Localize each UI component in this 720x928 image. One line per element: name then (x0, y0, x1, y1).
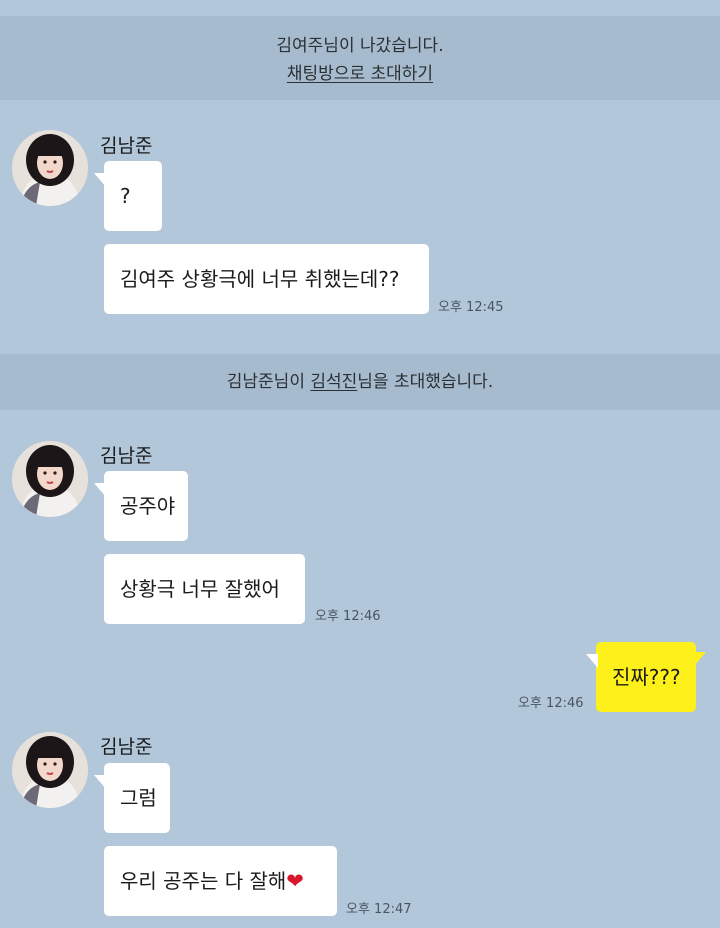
message-bubble[interactable]: 그럼 (94, 763, 170, 833)
leave-notice-text: 김여주님이 나갔습니다. (276, 36, 444, 56)
avatar[interactable] (12, 732, 88, 808)
my-message-bubble[interactable]: 진짜??? (586, 642, 706, 712)
message-bubble[interactable]: 상황극 너무 잘했어 (104, 554, 305, 624)
invite-to-chat-link[interactable]: 채팅방으로 초대하기 (287, 64, 433, 84)
message-bubble-with-heart[interactable]: 우리 공주는 다 잘해 ❤ (104, 846, 337, 916)
message-bubble[interactable]: 공주야 (94, 471, 188, 541)
heart-icon: ❤ (286, 869, 304, 893)
avatar[interactable] (12, 441, 88, 517)
top-strip (0, 0, 720, 16)
invite-notice: 김남준님이 김석진님을 초대했습니다. (0, 354, 720, 410)
message-text: 우리 공주는 다 잘해 (120, 869, 287, 893)
sender-name: 김남준 (100, 135, 153, 157)
message-time: 오후 12:47 (346, 902, 412, 917)
message-bubble[interactable]: ? (94, 161, 162, 231)
leave-notice: 김여주님이 나갔습니다. 채팅방으로 초대하기 (0, 16, 720, 100)
avatar[interactable] (12, 130, 88, 206)
invited-member-name[interactable]: 김석진 (310, 372, 357, 392)
message-time: 오후 12:45 (438, 300, 504, 315)
profile-photo (12, 130, 88, 206)
invite-notice-suffix: 님을 초대했습니다. (357, 372, 494, 392)
profile-photo (12, 441, 88, 517)
message-bubble[interactable]: 김여주 상황극에 너무 취했는데?? (104, 244, 429, 314)
invite-notice-prefix: 김남준님이 (226, 372, 311, 392)
sender-name: 김남준 (100, 736, 153, 758)
message-time: 오후 12:46 (315, 609, 381, 624)
my-message-time: 오후 12:46 (518, 696, 584, 711)
sender-name: 김남준 (100, 445, 153, 467)
profile-photo (12, 732, 88, 808)
